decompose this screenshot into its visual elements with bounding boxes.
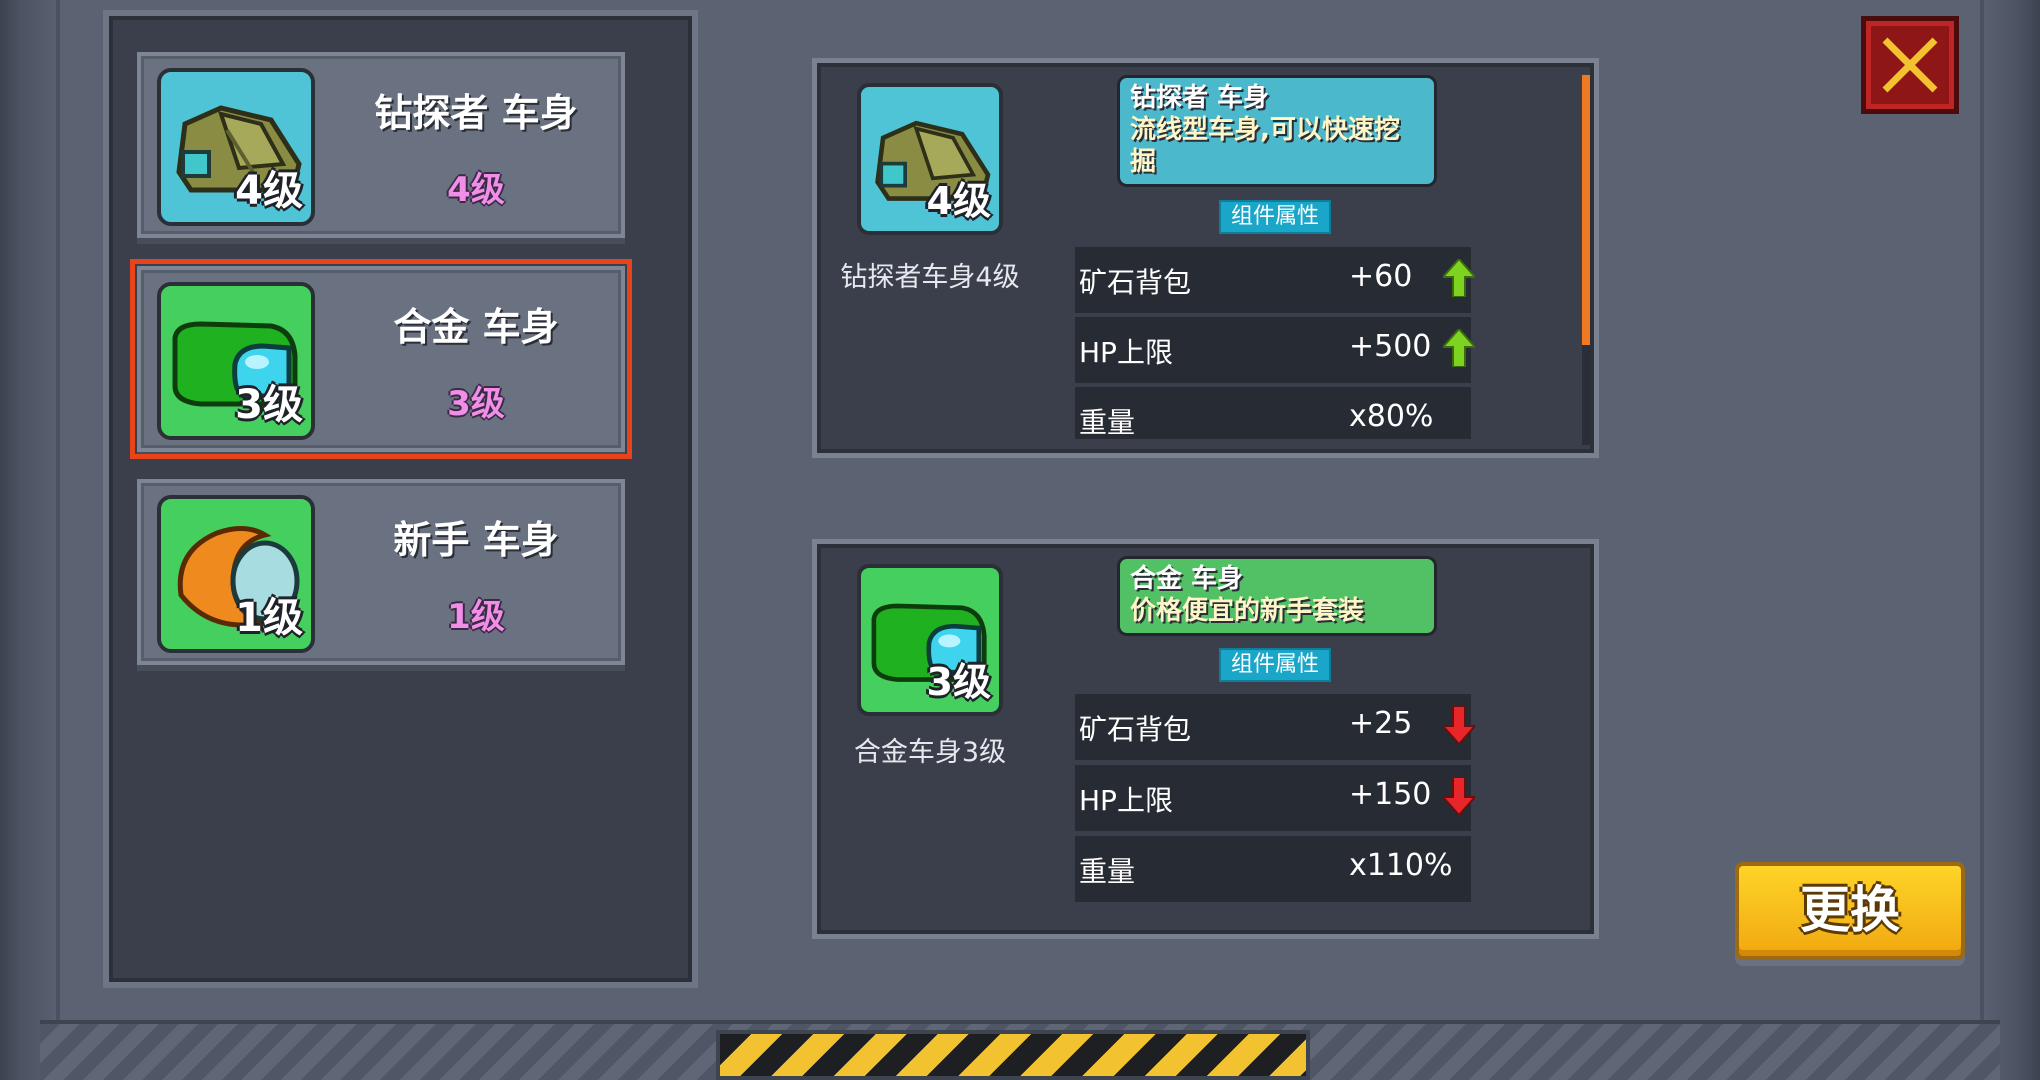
down-arrow-icon <box>1443 706 1475 744</box>
part-name: 合金 车身 <box>393 305 559 349</box>
swap-button[interactable]: 更换 <box>1735 862 1965 960</box>
stat-value: +500 <box>1349 329 1432 364</box>
stat-value: +150 <box>1349 777 1432 812</box>
hazard-stripe <box>716 1030 1310 1080</box>
part-name: 钻探者 车身 <box>374 91 578 135</box>
description-text: 价格便宜的新手套装 <box>1130 596 1365 626</box>
part-level: 3级 <box>447 384 505 424</box>
stat-row: 矿石背包 +60 <box>1075 247 1475 313</box>
part-card-novice[interactable]: 1级 新手 车身 1级 <box>137 479 625 665</box>
stat-row: 重量 x80% <box>1075 387 1471 439</box>
stat-label: 矿石背包 <box>1079 713 1192 746</box>
stat-value: x80% <box>1349 399 1434 434</box>
frame-right-edge <box>1980 0 2040 1080</box>
stat-row: HP上限 +150 <box>1075 765 1475 831</box>
detail-caption: 钻探者车身4级 <box>840 262 1020 293</box>
attributes-tag: 组件属性 <box>1219 200 1331 234</box>
stat-value: +60 <box>1349 259 1413 294</box>
part-card-alloy[interactable]: 3级 合金 车身 3级 <box>130 259 632 459</box>
stat-value: x110% <box>1349 848 1453 883</box>
frame-left-edge <box>0 0 60 1080</box>
description-title: 钻探者 车身 <box>1130 83 1270 113</box>
up-arrow-icon <box>1443 329 1475 367</box>
part-card-driller[interactable]: 4级 钻探者 车身 4级 <box>137 52 625 238</box>
part-name: 新手 车身 <box>393 518 559 562</box>
thumb-level-label: 3级 <box>926 660 991 704</box>
close-icon <box>1882 37 1938 93</box>
down-arrow-icon <box>1443 777 1475 815</box>
part-level: 1级 <box>447 597 505 637</box>
description-text: 流线型车身,可以快速挖掘 <box>1130 115 1400 177</box>
part-level: 4级 <box>447 170 505 210</box>
stat-label: 矿石背包 <box>1079 266 1192 299</box>
detail-panel-candidate: 4级 钻探者车身4级 钻探者 车身 流线型车身,可以快速挖掘 组件属性 矿石背包… <box>812 58 1599 458</box>
description-title: 合金 车身 <box>1130 564 1244 594</box>
stats-scrollbar[interactable] <box>1582 75 1590 445</box>
stat-value: +25 <box>1349 706 1413 741</box>
stat-label: HP上限 <box>1079 336 1173 369</box>
detail-caption: 合金车身3级 <box>853 737 1007 768</box>
description-box: 钻探者 车身 流线型车身,可以快速挖掘 <box>1117 75 1437 187</box>
stat-row: HP上限 +500 <box>1075 317 1475 383</box>
attributes-tag: 组件属性 <box>1219 648 1331 682</box>
thumb-level-label: 3级 <box>235 382 303 428</box>
stat-row: 矿石背包 +25 <box>1075 694 1475 760</box>
alloy-body-icon: 3级 <box>157 282 315 440</box>
stat-label: 重量 <box>1079 855 1136 888</box>
thumb-level-label: 1级 <box>235 595 303 641</box>
stat-label: HP上限 <box>1079 784 1173 817</box>
stat-row: 重量 x110% <box>1075 836 1471 902</box>
thumb-level-label: 4级 <box>235 168 303 214</box>
up-arrow-icon <box>1443 259 1475 297</box>
description-box: 合金 车身 价格便宜的新手套装 <box>1117 556 1437 636</box>
novice-body-icon: 1级 <box>157 495 315 653</box>
alloy-body-icon: 3级 <box>857 564 1003 716</box>
drill-body-icon: 4级 <box>157 68 315 226</box>
scrollbar-thumb[interactable] <box>1582 75 1590 345</box>
drill-body-icon: 4级 <box>857 83 1003 235</box>
detail-panel-equipped: 3级 合金车身3级 合金 车身 价格便宜的新手套装 组件属性 矿石背包 +25 … <box>812 539 1599 939</box>
close-button[interactable] <box>1861 16 1959 114</box>
thumb-level-label: 4级 <box>926 179 991 223</box>
stat-label: 重量 <box>1079 406 1136 439</box>
